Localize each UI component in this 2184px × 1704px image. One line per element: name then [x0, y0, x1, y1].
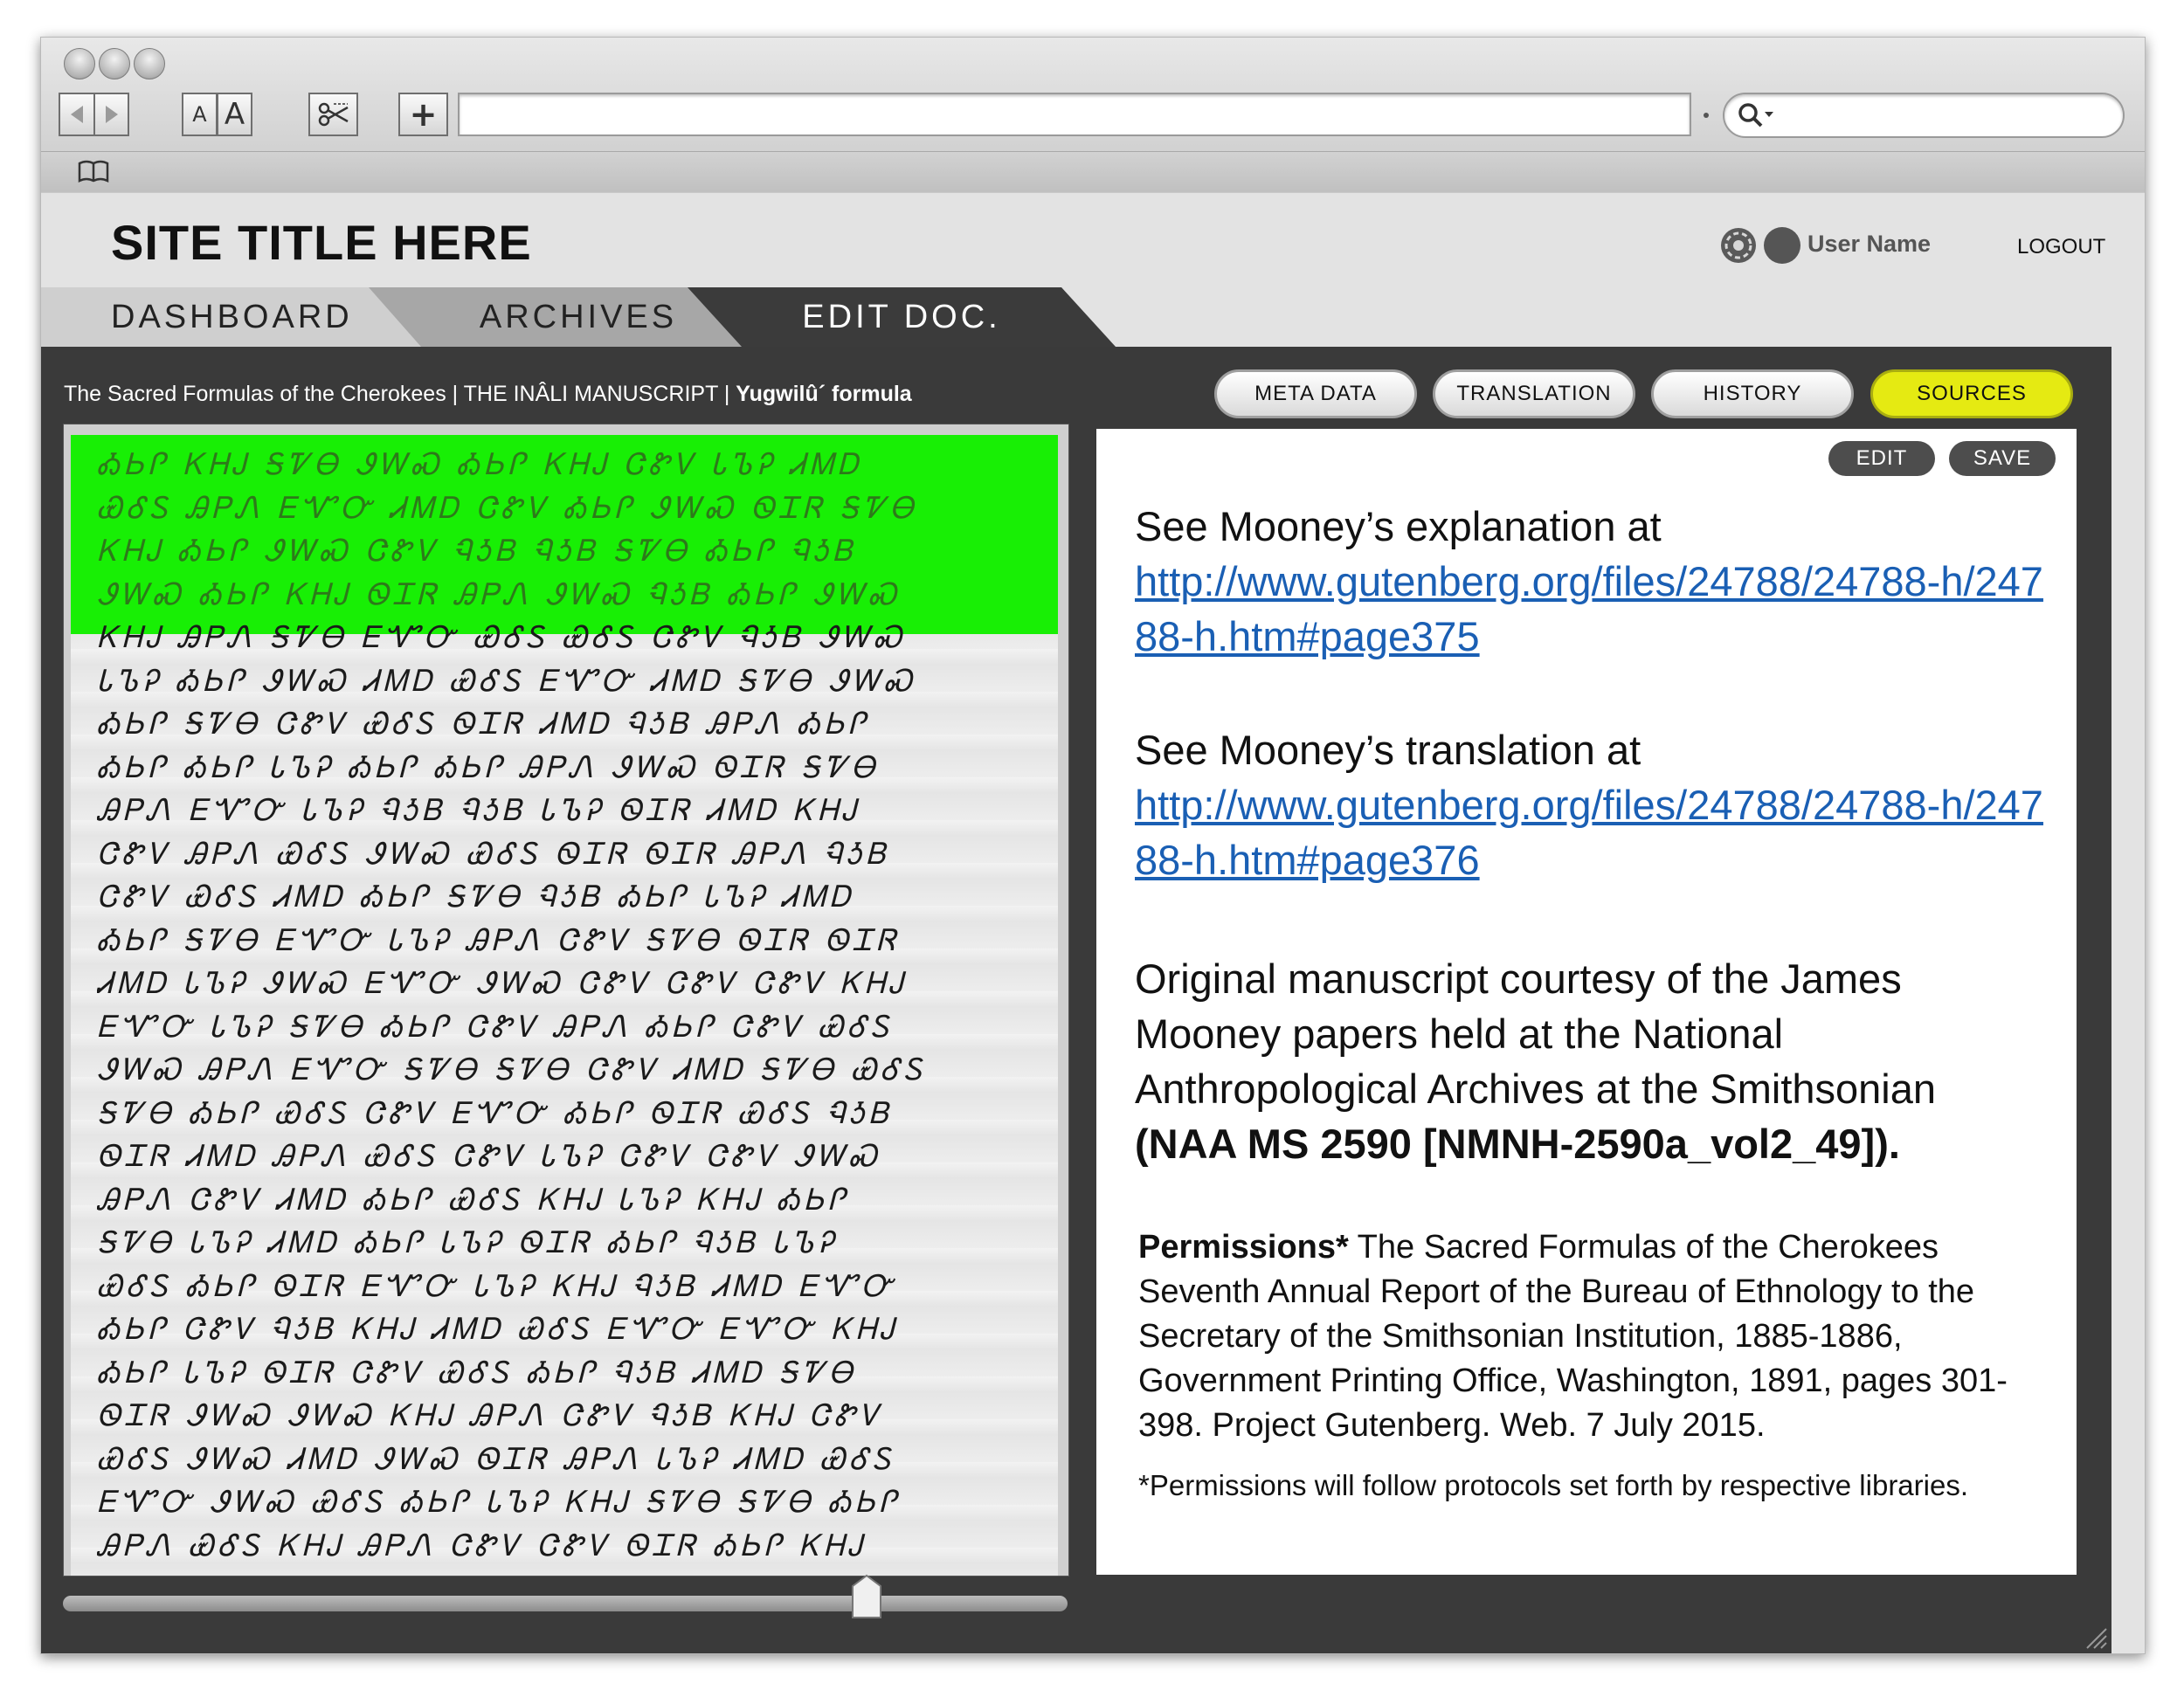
handwriting-line: ᏦᎻᎫ ᎯᏢᏁ ᎦᏤᎾ ᎬᏉᏅ ᏯᎴᏚ ᏯᎴᏚ ᏣᏑᏙ ᏄᎼᏴ ᏭᎳᏍ	[97, 620, 906, 655]
window-close-button[interactable]	[64, 48, 95, 79]
web-page: SITE TITLE HERE User Name LOGOUT DASHBOA…	[41, 193, 2145, 1653]
handwriting-line: ᏯᎴᏚ ᎣᏏᎵ ᏫᏆᏒ ᎬᏉᏅ ᏓᏖᎮ ᏦᎻᎫ ᏄᎼᏴ ᏗᎷᎠ ᎬᏉᏅ	[97, 1268, 897, 1304]
tab-dashboard[interactable]: DASHBOARD	[41, 287, 425, 347]
breadcrumb-collection[interactable]: The Sacred Formulas of the Cherokees	[64, 382, 446, 406]
editor-workspace: The Sacred Formulas of the Cherokees | T…	[41, 347, 2111, 1653]
scissors-icon	[318, 102, 349, 127]
address-bar[interactable]	[458, 93, 1691, 136]
breadcrumb-manuscript[interactable]: THE INÂLI MANUSCRIPT	[464, 382, 718, 406]
window-zoom-button[interactable]	[134, 48, 165, 79]
search-icon	[1738, 103, 1773, 128]
zoom-slider-track[interactable]	[63, 1596, 1068, 1611]
separator-dot	[1704, 113, 1709, 118]
permissions-block: Permissions* The Sacred Formulas of the …	[1138, 1225, 2038, 1448]
main-nav-tabs: DASHBOARD ARCHIVES EDIT DOC.	[41, 287, 2145, 347]
handwriting-line: ᏣᏑᏙ ᎯᏢᏁ ᏯᎴᏚ ᏭᎳᏍ ᏯᎴᏚ ᏫᏆᏒ ᏫᏆᏒ ᎯᏢᏁ ᏄᎼᏴ	[97, 836, 890, 872]
handwriting-line: ᎣᏏᎵ ᏣᏑᏙ ᏄᎼᏴ ᏦᎻᎫ ᏗᎷᎠ ᏯᎴᏚ ᎬᏉᏅ ᎬᏉᏅ ᏦᎻᎫ	[97, 1312, 898, 1347]
manuscript-image: ᎣᏏᎵ ᏦᎻᎫ ᎦᏤᎾ ᏭᎳᏍ ᎣᏏᎵ ᏦᎻᎫ ᏣᏑᏙ ᏓᏖᎮ ᏗᎷᎠ ᏯᎴᏚ …	[71, 435, 1058, 1576]
settings-gear-icon[interactable]	[1718, 225, 1759, 266]
browser-toolbar: A A +	[41, 38, 2145, 194]
tab-history[interactable]: HISTORY	[1651, 369, 1854, 418]
tab-meta-data[interactable]: META DATA	[1214, 369, 1417, 418]
bookmarks-book-icon[interactable]	[78, 159, 109, 183]
tab-dashboard-label: DASHBOARD	[111, 298, 353, 335]
handwriting-line: ᏯᎴᏚ ᏭᎳᏍ ᏗᎷᎠ ᏭᎳᏍ ᏫᏆᏒ ᎯᏢᏁ ᏓᏖᎮ ᏗᎷᎠ ᏯᎴᏚ	[97, 1441, 895, 1477]
courtesy-block: Original manuscript courtesy of the Jame…	[1135, 951, 2008, 1171]
handwriting-line: ᏫᏆᏒ ᏭᎳᏍ ᏭᎳᏍ ᏦᎻᎫ ᎯᏢᏁ ᏣᏑᏙ ᏄᎼᏴ ᏦᎻᎫ ᏣᏑᏙ	[97, 1398, 883, 1433]
handwriting-line: ᏫᏆᏒ ᏗᎷᎠ ᎯᏢᏁ ᏯᎴᏚ ᏣᏑᏙ ᏓᏖᎮ ᏣᏑᏙ ᏣᏑᏙ ᏭᎳᏍ	[97, 1139, 881, 1174]
font-larger-button[interactable]: A	[217, 93, 252, 136]
font-smaller-button[interactable]: A	[182, 93, 218, 136]
logout-link[interactable]: LOGOUT	[2017, 235, 2105, 259]
edit-button-label: EDIT	[1856, 446, 1908, 470]
back-arrow-icon	[71, 106, 83, 123]
breadcrumb-current: Yugwilû´ formula	[736, 382, 912, 406]
translation-block: See Mooney’s translation at http://www.g…	[1135, 722, 2052, 887]
bookmarks-bar	[41, 151, 2145, 192]
handwriting-line: ᎣᏏᎵ ᎦᏤᎾ ᎬᏉᏅ ᏓᏖᎮ ᎯᏢᏁ ᏣᏑᏙ ᎦᏤᎾ ᏫᏆᏒ ᏫᏆᏒ	[97, 922, 900, 958]
font-smaller-label: A	[192, 102, 207, 127]
tab-translation-label: TRANSLATION	[1456, 382, 1612, 405]
handwriting-line: ᏭᎳᏍ ᎯᏢᏁ ᎬᏉᏅ ᎦᏤᎾ ᎦᏤᎾ ᏣᏑᏙ ᏗᎷᎠ ᎦᏤᎾ ᏯᎴᏚ	[97, 1052, 927, 1087]
edit-button[interactable]: EDIT	[1828, 441, 1935, 476]
site-title: SITE TITLE HERE	[111, 215, 532, 270]
forward-button[interactable]	[93, 93, 129, 136]
handwriting-line: ᎯᏢᏁ ᏯᎴᏚ ᏦᎻᎫ ᎯᏢᏁ ᏣᏑᏙ ᏣᏑᏙ ᏫᏆᏒ ᎣᏏᎵ ᏦᎻᎫ	[97, 1528, 867, 1563]
permissions-label: Permissions*	[1138, 1229, 1349, 1266]
breadcrumb-separator: |	[446, 382, 464, 406]
handwriting-line: ᏗᎷᎠ ᏓᏖᎮ ᏭᎳᏍ ᎬᏉᏅ ᏭᎳᏍ ᏣᏑᏙ ᏣᏑᏙ ᏣᏑᏙ ᏦᎻᎫ	[97, 966, 908, 1001]
courtesy-text: Original manuscript courtesy of the Jame…	[1135, 955, 1937, 1112]
user-name[interactable]: User Name	[1807, 231, 1931, 258]
forward-arrow-icon	[105, 106, 118, 123]
handwriting-line: ᏯᎴᏚ ᎯᏢᏁ ᎬᏉᏅ ᏗᎷᎠ ᏣᏑᏙ ᎣᏏᎵ ᏭᎳᏍ ᏫᏆᏒ ᎦᏤᎾ	[97, 490, 918, 526]
tab-sources[interactable]: SOURCES	[1870, 369, 2073, 418]
window-minimize-button[interactable]	[99, 48, 130, 79]
tab-history-label: HISTORY	[1703, 382, 1802, 405]
zoom-slider-handle[interactable]	[851, 1574, 882, 1619]
manuscript-reference: (NAA MS 2590 [NMNH-2590a_vol2_49]).	[1135, 1121, 1900, 1167]
user-avatar[interactable]	[1764, 227, 1800, 264]
tab-sources-label: SOURCES	[1917, 382, 2027, 405]
new-tab-button[interactable]: +	[398, 93, 448, 136]
handwriting-line: ᏭᎳᏍ ᎣᏏᎵ ᏦᎻᎫ ᏫᏆᏒ ᎯᏢᏁ ᏭᎳᏍ ᏄᎼᏴ ᎣᏏᎵ ᏭᎳᏍ	[97, 576, 901, 612]
breadcrumb-separator: |	[717, 382, 736, 406]
translation-link[interactable]: http://www.gutenberg.org/files/24788/247…	[1135, 777, 2052, 887]
tab-edit-doc-label: EDIT DOC.	[802, 298, 1001, 335]
explanation-block: See Mooney’s explanation at http://www.g…	[1135, 499, 2052, 664]
handwriting-line: ᏦᎻᎫ ᎣᏏᎵ ᏭᎳᏍ ᏣᏑᏙ ᏄᎼᏴ ᏄᎼᏴ ᎦᏤᎾ ᎣᏏᎵ ᏄᎼᏴ	[97, 534, 857, 569]
browser-search-field[interactable]	[1723, 93, 2125, 138]
explanation-intro: See Mooney’s explanation at	[1135, 503, 1662, 549]
back-button[interactable]	[59, 93, 94, 136]
font-larger-label: A	[224, 97, 245, 132]
tab-meta-data-label: META DATA	[1254, 382, 1377, 405]
handwriting-line: ᎣᏏᎵ ᏓᏖᎮ ᏫᏆᏒ ᏣᏑᏙ ᏯᎴᏚ ᎣᏏᎵ ᏄᎼᏴ ᏗᎷᎠ ᎦᏤᎾ	[97, 1355, 857, 1390]
explanation-link[interactable]: http://www.gutenberg.org/files/24788/247…	[1135, 554, 2052, 664]
handwriting-line: ᎣᏏᎵ ᎣᏏᎵ ᏓᏖᎮ ᎣᏏᎵ ᎣᏏᎵ ᎯᏢᏁ ᏭᎳᏍ ᏫᏆᏒ ᎦᏤᎾ	[97, 749, 880, 785]
resize-grip-icon[interactable]	[2084, 1625, 2108, 1650]
tab-translation[interactable]: TRANSLATION	[1433, 369, 1635, 418]
handwriting-line: ᎦᏤᎾ ᏓᏖᎮ ᏗᎷᎠ ᎣᏏᎵ ᏓᏖᎮ ᏫᏆᏒ ᎣᏏᎵ ᏄᎼᏴ ᏓᏖᎮ	[97, 1225, 838, 1260]
handwriting-line: ᎦᏤᎾ ᎣᏏᎵ ᏯᎴᏚ ᏣᏑᏙ ᎬᏉᏅ ᎣᏏᎵ ᏫᏆᏒ ᏯᎴᏚ ᏄᎼᏴ	[97, 1095, 893, 1131]
sources-panel: EDIT SAVE See Mooney’s explanation at ht…	[1096, 429, 2077, 1575]
browser-window: A A + SITE TITLE HERE User Name LOGOUT D…	[40, 37, 2146, 1654]
handwriting-line: ᎣᏏᎵ ᎦᏤᎾ ᏣᏑᏙ ᏯᎴᏚ ᏫᏆᏒ ᏗᎷᎠ ᏄᎼᏴ ᎯᏢᏁ ᎣᏏᎵ	[97, 707, 870, 742]
save-button[interactable]: SAVE	[1949, 441, 2056, 476]
handwriting-line: ᎣᏏᎵ ᏦᎻᎫ ᎦᏤᎾ ᏭᎳᏍ ᎣᏏᎵ ᏦᎻᎫ ᏣᏑᏙ ᏓᏖᎮ ᏗᎷᎠ	[97, 447, 862, 482]
clip-button[interactable]	[308, 93, 358, 136]
manuscript-viewer[interactable]: ᎣᏏᎵ ᏦᎻᎫ ᎦᏤᎾ ᏭᎳᏍ ᎣᏏᎵ ᏦᎻᎫ ᏣᏑᏙ ᏓᏖᎮ ᏗᎷᎠ ᏯᎴᏚ …	[63, 424, 1069, 1576]
handwriting-line: ᎬᏉᏅ ᏭᎳᏍ ᏯᎴᏚ ᎣᏏᎵ ᏓᏖᎮ ᏦᎻᎫ ᎦᏤᎾ ᎦᏤᎾ ᎣᏏᎵ	[97, 1485, 901, 1520]
handwriting-line: ᎯᏢᏁ ᎬᏉᏅ ᏓᏖᎮ ᏄᎼᏴ ᏄᎼᏴ ᏓᏖᎮ ᏫᏆᏒ ᏗᎷᎠ ᏦᎻᎫ	[97, 793, 860, 828]
handwriting-line: ᏓᏖᎮ ᎣᏏᎵ ᏭᎳᏍ ᏗᎷᎠ ᏯᎴᏚ ᎬᏉᏅ ᏗᎷᎠ ᎦᏤᎾ ᏭᎳᏍ	[97, 663, 916, 699]
handwriting-line: ᎬᏉᏅ ᏓᏖᎮ ᎦᏤᎾ ᎣᏏᎵ ᏣᏑᏙ ᎯᏢᏁ ᎣᏏᎵ ᏣᏑᏙ ᏯᎴᏚ	[97, 1009, 894, 1045]
save-button-label: SAVE	[1973, 446, 2032, 470]
user-area	[1718, 224, 1800, 268]
plus-icon: +	[409, 95, 438, 134]
handwriting-line: ᏣᏑᏙ ᏯᎴᏚ ᏗᎷᎠ ᎣᏏᎵ ᎦᏤᎾ ᏄᎼᏴ ᎣᏏᎵ ᏓᏖᎮ ᏗᎷᎠ	[97, 880, 854, 914]
permissions-note: *Permissions will follow protocols set f…	[1138, 1469, 1969, 1501]
tab-edit-doc[interactable]: EDIT DOC.	[688, 287, 1116, 347]
tab-archives-label: ARCHIVES	[479, 298, 678, 335]
translation-intro: See Mooney’s translation at	[1135, 727, 1641, 773]
handwriting-line: ᎯᏢᏁ ᏣᏑᏙ ᏗᎷᎠ ᎣᏏᎵ ᏯᎴᏚ ᏦᎻᎫ ᏓᏖᎮ ᏦᎻᎫ ᎣᏏᎵ	[97, 1182, 849, 1218]
breadcrumb: The Sacred Formulas of the Cherokees | T…	[64, 382, 912, 407]
